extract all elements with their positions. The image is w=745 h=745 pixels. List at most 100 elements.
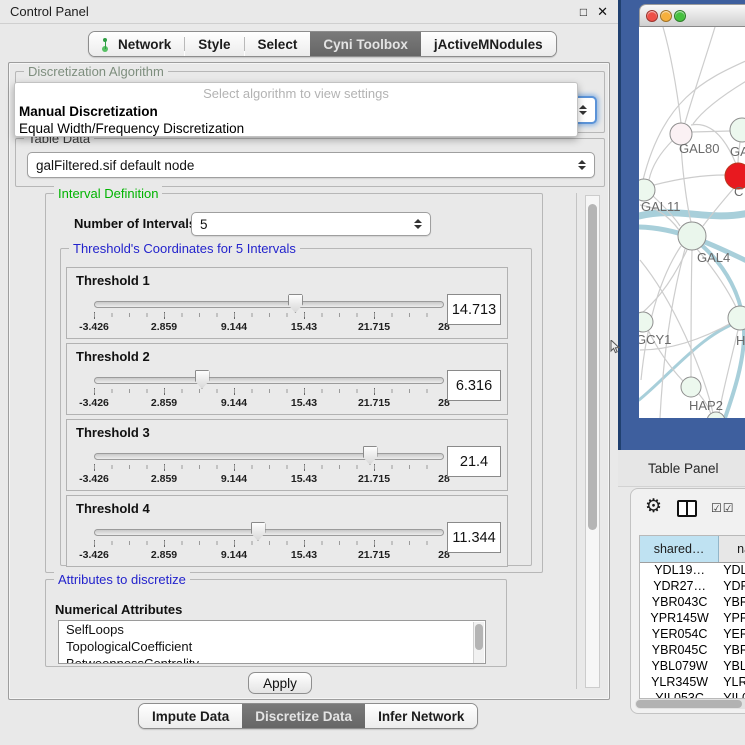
network-node[interactable] [681,377,701,397]
tick-label: 21.715 [358,397,390,409]
cell-name[interactable]: YBL07 [719,659,745,675]
table-row[interactable]: YBR045CYBR04 [640,643,745,659]
table-rows: YDL19…YDL19YDR27…YDR27YBR043CYBR04YPR145… [640,563,745,699]
network-window-titlebar[interactable] [639,4,745,27]
table-row[interactable]: YER054CYER05 [640,627,745,643]
attributes-scrollbar[interactable] [473,622,484,664]
slider-minor-ticks [94,465,444,469]
tab-discretize-data[interactable]: Discretize Data [242,704,365,728]
cell-shared-name[interactable]: YIL053C [640,691,719,699]
network-node[interactable] [730,118,745,142]
threshold-panel: Threshold 3-3.4262.8599.14415.4321.71528 [66,419,508,491]
gear-icon[interactable]: ⚙ [645,497,662,516]
cell-name[interactable]: YBR04 [719,643,745,659]
cell-name[interactable]: YBR04 [719,595,745,611]
column-header-name[interactable]: na [719,536,745,562]
table-row[interactable]: YLR345WYLR34 [640,675,745,691]
tab-label: Impute Data [152,709,229,724]
cell-shared-name[interactable]: YBL079W [640,659,719,675]
tab-style[interactable]: Style [185,32,243,56]
cell-name[interactable]: YER05 [719,627,745,643]
threshold-slider[interactable]: -3.4262.8599.14415.4321.71528 [94,344,444,416]
numerical-attributes-list[interactable]: SelfLoopsTopologicalCoefficientBetweenne… [58,620,486,664]
table-horizontal-scrollbar[interactable] [635,699,745,709]
column-header-shared-name[interactable]: shared… [640,536,719,562]
table-data-select[interactable]: galFiltered.sif default node [27,152,595,178]
close-window-icon[interactable]: ✕ [597,5,608,18]
split-columns-icon[interactable] [677,500,697,517]
tab-jactivemnodules[interactable]: jActiveMNodules [421,32,556,56]
network-node-label: H [736,333,745,348]
slider-track[interactable] [94,377,444,384]
slider-tick-labels: -3.4262.8599.14415.4321.71528 [94,397,444,409]
tick-label: 15.43 [291,321,317,333]
dropdown-option[interactable]: Equal Width/Frequency Discretization [15,120,577,137]
threshold-value-input[interactable] [447,446,501,477]
tab-infer-network[interactable]: Infer Network [365,704,477,728]
threshold-value-input[interactable] [447,370,501,401]
slider-thumb[interactable] [195,370,210,389]
number-of-intervals-select[interactable]: 5 [191,212,431,236]
slider-thumb[interactable] [251,522,266,541]
cell-name[interactable]: YDL19 [719,563,745,579]
top-tab-bar: NetworkStyleSelectCyni ToolboxjActiveMNo… [88,31,557,57]
cell-shared-name[interactable]: YLR345W [640,675,719,691]
table-row[interactable]: YPR145WYPR14 [640,611,745,627]
table-row[interactable]: YDR27…YDR27 [640,579,745,595]
table-row[interactable]: YBR043CYBR04 [640,595,745,611]
settings-scrollbar[interactable] [585,195,600,688]
network-canvas[interactable]: GAL80GACGAL11GAL4GCY1HHAP2 [639,27,745,418]
tab-network[interactable]: Network [89,32,184,56]
slider-track[interactable] [94,529,444,536]
tab-impute-data[interactable]: Impute Data [139,704,242,728]
network-node[interactable] [639,179,655,201]
network-node[interactable] [639,312,653,332]
dropdown-option[interactable]: Manual Discretization [15,103,577,120]
cell-name[interactable]: YPR14 [719,611,745,627]
threshold-slider[interactable]: -3.4262.8599.14415.4321.71528 [94,268,444,340]
checkbox-columns-icon[interactable]: ☑☑ [711,501,735,515]
cell-shared-name[interactable]: YDR27… [640,579,719,595]
table-row[interactable]: YBL079WYBL07 [640,659,745,675]
apply-button[interactable]: Apply [248,672,312,694]
slider-thumb[interactable] [288,294,303,313]
slider-track[interactable] [94,301,444,308]
zoom-traffic-light[interactable] [674,10,686,22]
minimize-traffic-light[interactable] [660,10,672,22]
cell-shared-name[interactable]: YBR043C [640,595,719,611]
attribute-list-item[interactable]: BetweennessCentrality [59,655,485,664]
tick-label: 2.859 [151,549,177,561]
network-edge [640,250,687,315]
tab-cyni-toolbox[interactable]: Cyni Toolbox [310,32,421,56]
threshold-slider[interactable]: -3.4262.8599.14415.4321.71528 [94,496,444,568]
slider-track[interactable] [94,453,444,460]
tab-select[interactable]: Select [245,32,311,56]
network-node[interactable] [678,222,706,250]
attributes-scrollbar-thumb[interactable] [475,624,483,650]
cell-shared-name[interactable]: YER054C [640,627,719,643]
cell-shared-name[interactable]: YBR045C [640,643,719,659]
tick-label: 2.859 [151,397,177,409]
table-horizontal-scrollbar-thumb[interactable] [636,700,742,708]
threshold-value-input[interactable] [447,294,501,325]
network-edge [703,188,734,226]
close-traffic-light[interactable] [646,10,658,22]
table-row[interactable]: YDL19…YDL19 [640,563,745,579]
cell-name[interactable]: YLR34 [719,675,745,691]
network-node-label: GAL4 [697,250,730,265]
cell-name[interactable]: YIL05 [719,691,745,699]
network-graph: GAL80GACGAL11GAL4GCY1HHAP2 [639,27,745,418]
settings-scrollbar-thumb[interactable] [588,204,597,530]
slider-thumb[interactable] [363,446,378,465]
float-window-icon[interactable]: □ [580,6,587,18]
attribute-list-item[interactable]: SelfLoops [59,621,485,638]
network-node-label: GAL80 [679,141,719,156]
cell-shared-name[interactable]: YPR145W [640,611,719,627]
cell-name[interactable]: YDR27 [719,579,745,595]
table-row[interactable]: YIL053CYIL05 [640,691,745,699]
threshold-slider[interactable]: -3.4262.8599.14415.4321.71528 [94,420,444,492]
cell-shared-name[interactable]: YDL19… [640,563,719,579]
threshold-value-input[interactable] [447,522,501,553]
numerical-attributes-label: Numerical Attributes [55,602,182,617]
attribute-list-item[interactable]: TopologicalCoefficient [59,638,485,655]
